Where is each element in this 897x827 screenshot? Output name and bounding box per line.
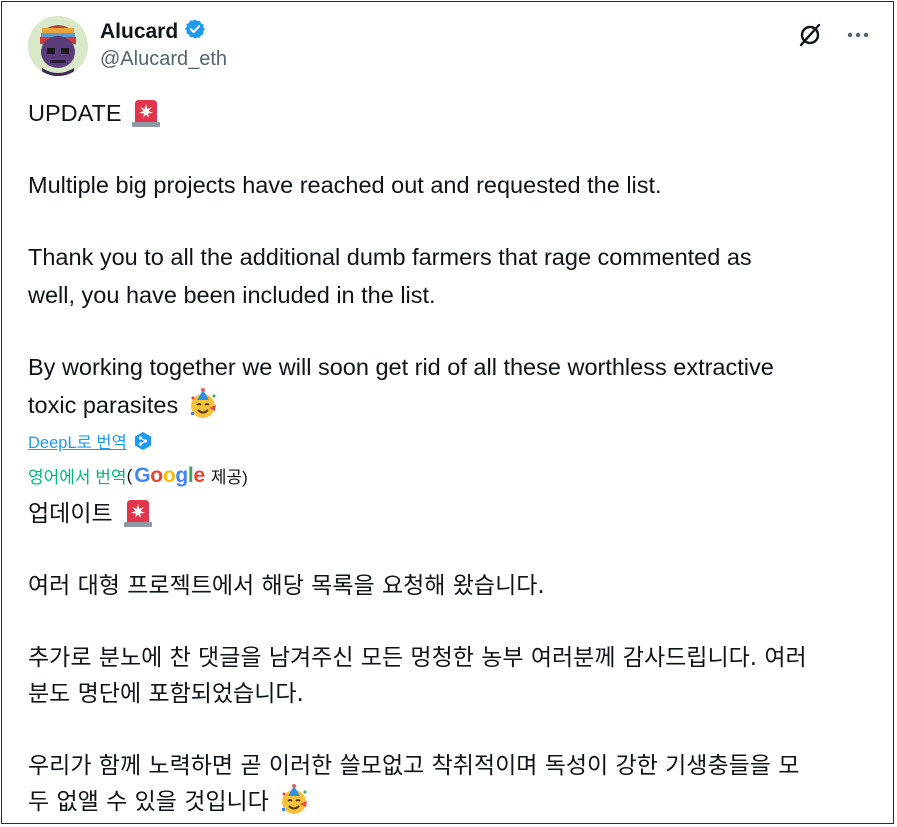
party-face-emoji-icon — [190, 387, 216, 418]
tweet-paragraph-3-line-1: Thank you to all the additional dumb far… — [28, 244, 752, 270]
tweet-header: Alucard @Alucard_eth — [28, 16, 873, 76]
deepl-translate: DeepL로 번역 — [28, 429, 153, 453]
grok-button[interactable] — [795, 20, 825, 50]
ko-paragraph-4-line-2: 두 없앨 수 있을 것입니다 — [28, 789, 269, 815]
avatar[interactable] — [28, 16, 88, 76]
tweet-text-en: UPDATE Multiple big projects have reache… — [28, 94, 878, 424]
google-provider-suffix: 제공) — [210, 468, 248, 487]
tweet-paragraph-3-line-2: well, you have been included in the list… — [28, 282, 436, 308]
party-face-emoji-icon — [282, 783, 308, 814]
ko-paragraph-3-line-1: 추가로 분노에 찬 댓글을 남겨주신 모든 멍청한 농부 여러분께 감사드립니다… — [28, 645, 807, 671]
google-translate-label[interactable]: 영어에서 번역 — [28, 463, 127, 488]
author-name-row: Alucard — [100, 18, 206, 45]
google-translate-attribution: 영어에서 번역 ( Google 제공) — [28, 463, 248, 488]
paren-open: ( — [126, 465, 133, 485]
ko-paragraph-4-line-1: 우리가 함께 노력하면 곧 이러한 쓸모없고 착취적이며 독성이 강한 기생충들… — [28, 753, 800, 779]
tweet-line: UPDATE — [28, 94, 878, 132]
tweet-line: toxic parasites — [28, 386, 878, 424]
deepl-translate-link[interactable]: DeepL로 번역 — [28, 429, 127, 453]
author-handle[interactable]: @Alucard_eth — [100, 48, 227, 71]
grok-icon — [799, 23, 821, 47]
tweet-paragraph-2: Multiple big projects have reached out a… — [28, 172, 662, 198]
more-options-button[interactable] — [843, 20, 873, 50]
tweet-line: 두 없앨 수 있을 것입니다 — [28, 783, 878, 820]
author-name[interactable]: Alucard — [100, 20, 178, 44]
siren-emoji-icon — [132, 99, 161, 127]
ko-paragraph-1: 업데이트 — [28, 501, 113, 527]
tweet-paragraph-4-line-1: By working together we will soon get rid… — [28, 354, 774, 380]
tweet-actions — [795, 20, 873, 50]
tweet-line: 업데이트 — [28, 496, 878, 532]
deepl-logo-icon — [134, 432, 151, 450]
ko-paragraph-2: 여러 대형 프로젝트에서 해당 목록을 요청해 왔습니다. — [28, 573, 545, 599]
more-options-icon — [847, 32, 869, 38]
google-logo: Google — [134, 463, 205, 487]
tweet-card: Alucard @Alucard_eth UPDATE Multiple big… — [1, 1, 894, 824]
tweet-paragraph-1: UPDATE — [28, 100, 122, 126]
ko-paragraph-3-line-2: 분도 명단에 포함되었습니다. — [28, 681, 304, 707]
tweet-paragraph-4-line-2: toxic parasites — [28, 392, 179, 418]
tweet-text-ko: 업데이트 여러 대형 프로젝트에서 해당 목록을 요청해 왔습니다. 추가로 분… — [28, 496, 878, 820]
verified-badge-icon — [184, 18, 206, 45]
siren-emoji-icon — [123, 499, 152, 527]
